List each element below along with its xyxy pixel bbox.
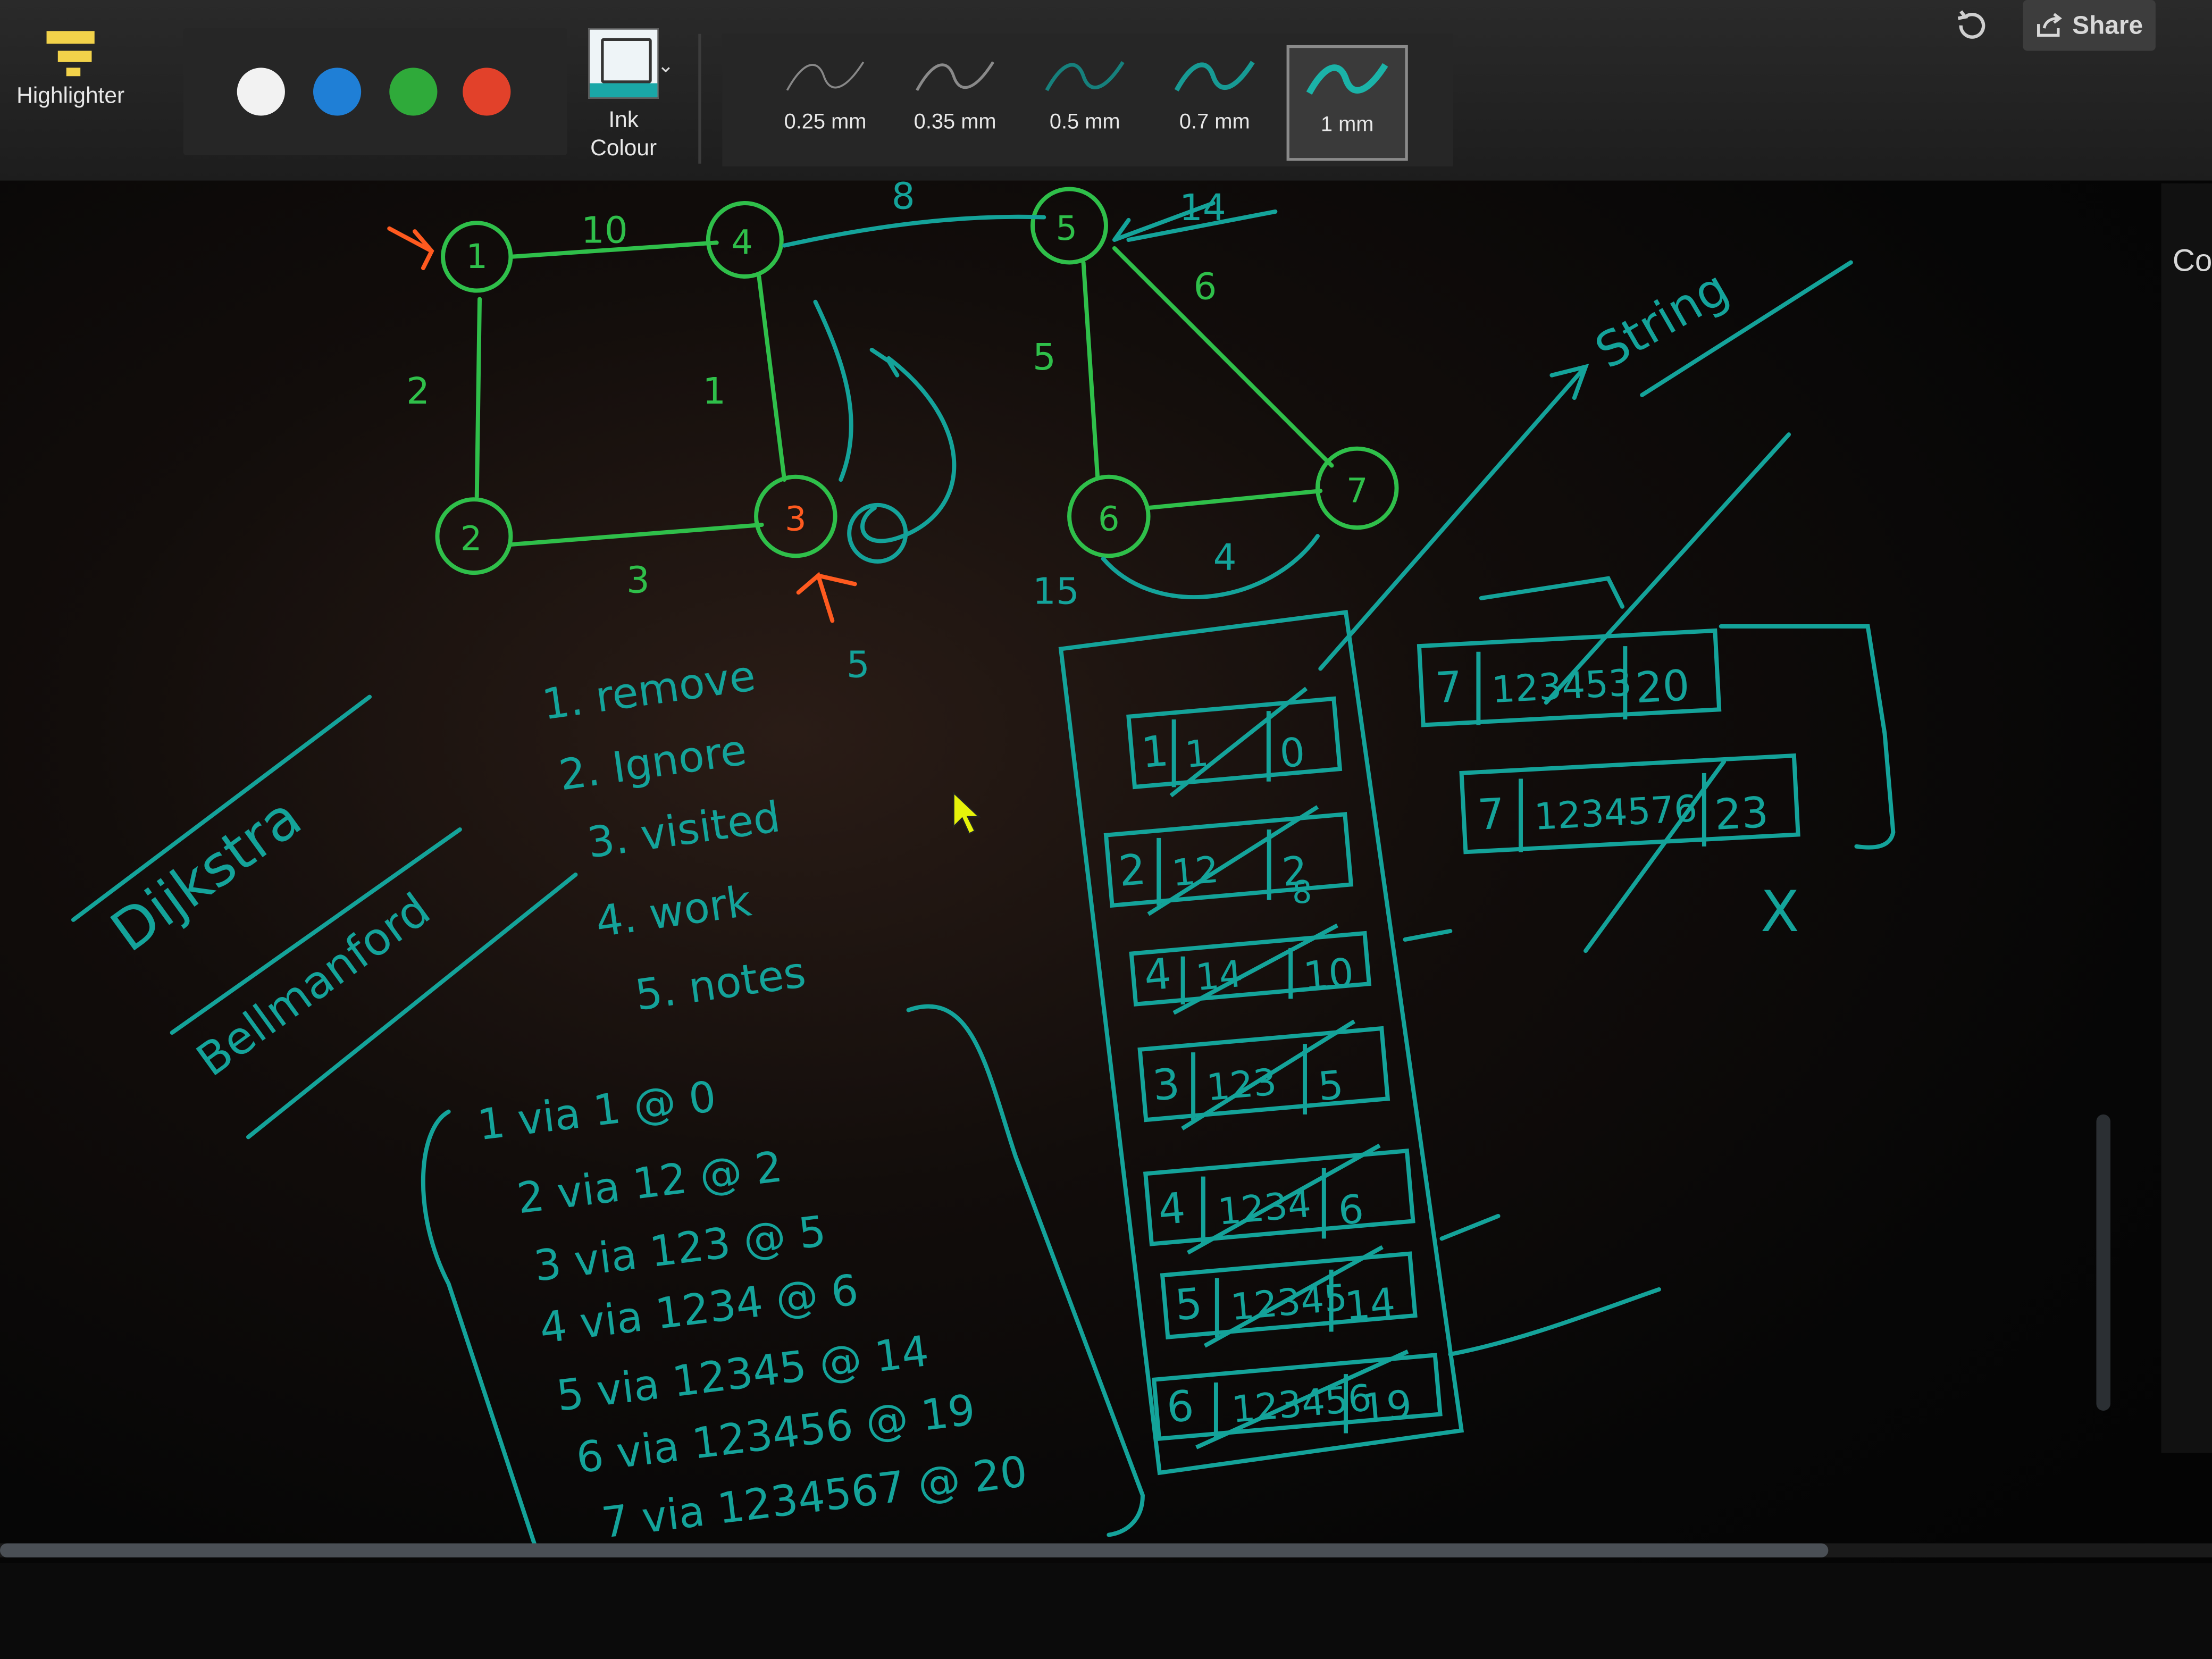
edge-weight: 3 (626, 559, 650, 601)
side-cell-node: 7 (1434, 662, 1463, 713)
heading-string: String (1586, 260, 1738, 380)
rule-item: 2. Ignore (556, 725, 750, 800)
stack-cell-dist: 6 (1336, 1186, 1365, 1234)
mouse-cursor-icon (953, 791, 981, 835)
horizontal-scrollbar[interactable] (0, 1543, 1829, 1557)
tail-line-3 (1403, 929, 1453, 942)
stack-cell-node: 6 (1164, 1381, 1196, 1432)
node-3-badge (847, 502, 908, 564)
stack-cell-node: 2 (1117, 844, 1148, 896)
rule-item: 4. work (593, 876, 755, 946)
string-arrow (1318, 367, 1585, 671)
edge-weight: 5 (847, 643, 870, 686)
rule-item: 1. remove (539, 651, 758, 730)
edge-weight: 2 (406, 370, 430, 413)
edge-weight: 5 (1033, 336, 1056, 379)
edge-5-7 (1112, 246, 1334, 468)
edge-weight: 10 (581, 209, 628, 252)
stack-cell-path: 14 (1194, 953, 1244, 999)
edge-weight: 6 (1193, 265, 1217, 308)
edge-4-3 (757, 274, 787, 482)
tail-line-2 (1439, 1213, 1501, 1241)
edge-weight: 4 (1213, 537, 1237, 579)
via-list-item: 1 via 1 @ 0 (475, 1071, 719, 1150)
via-bracket-right (906, 1004, 1145, 1537)
side-cell-path: 123453 (1491, 662, 1633, 712)
whiteboard-window: Highlighter Ink Colour ⌄ 0.25 mm 0.35 mm… (0, 0, 2212, 1659)
stack-cell-dist: 0 (1278, 728, 1307, 777)
ink-canvas[interactable]: 1 4 523 67102 13865414155 DijkstraBellmanfor… (0, 0, 2212, 1659)
side-cell-node: 7 (1477, 789, 1506, 840)
rule-item: 3. visited (584, 792, 783, 868)
stack-cell-node: 1 (1139, 726, 1171, 777)
node-label-3: 3 (785, 500, 807, 539)
side-top-tab (1479, 576, 1624, 609)
side-cell-dist: 23 (1713, 787, 1770, 840)
edge-6-7 (1146, 489, 1323, 510)
edge-1-2 (474, 297, 482, 499)
side-cell-path: 1234576 (1533, 787, 1698, 839)
edge-weight: 14 (1179, 187, 1226, 229)
via-list-item: 2 via 12 @ 2 (514, 1142, 785, 1223)
loop-stroke (813, 299, 853, 482)
edge-weight: 15 (1033, 571, 1079, 613)
edge-weight: 8 (892, 175, 915, 218)
edge-5-6 (1081, 260, 1100, 479)
edge-weight: 1 (702, 370, 726, 413)
handwriting: DijkstraBellmanfordString1. remove2. Ign… (99, 260, 1738, 1548)
stack-cell-node: 3 (1151, 1059, 1182, 1110)
rule-item: 5. notes (632, 948, 809, 1020)
stack-cell-dist: 19 (1360, 1381, 1414, 1432)
node-label-4: 4 (731, 223, 753, 263)
node-label-7: 7 (1346, 471, 1368, 510)
side-boxes: 7 123453 20 7 1234576 23 8 X (1292, 628, 1800, 945)
stack-cell-dist: 5 (1316, 1062, 1345, 1110)
stack-boxes: 1102122414103123541234651234514612345619 (1103, 686, 1443, 1449)
stack-cell-dist: 14 (1343, 1279, 1397, 1329)
node-label-2: 2 (460, 520, 482, 559)
node-3-arrow (796, 572, 857, 623)
tail-line-1 (1448, 1287, 1661, 1356)
edge-4-5 (782, 214, 1046, 248)
heading-bellmanford: Bellmanford (187, 883, 440, 1087)
stack-cell-path: 123 (1205, 1061, 1278, 1109)
small-mark: X (1761, 879, 1799, 945)
start-arrow (387, 226, 434, 271)
stack-outline (1058, 609, 1464, 1476)
stack-cell-dist: 10 (1302, 949, 1356, 1000)
loop-arrow (860, 356, 957, 543)
stack-cell-node: 4 (1156, 1183, 1187, 1235)
node-label-6: 6 (1098, 500, 1120, 539)
screen-bezel (0, 1563, 2212, 1659)
small-mark: 8 (1292, 874, 1312, 910)
node-label-1: 1 (466, 237, 488, 276)
stack-cell-node: 4 (1142, 949, 1174, 1000)
edge-2-3 (508, 522, 764, 547)
side-cell-dist: 20 (1635, 660, 1691, 713)
node-label-5: 5 (1055, 209, 1077, 248)
stack-cell-node: 5 (1173, 1278, 1204, 1330)
